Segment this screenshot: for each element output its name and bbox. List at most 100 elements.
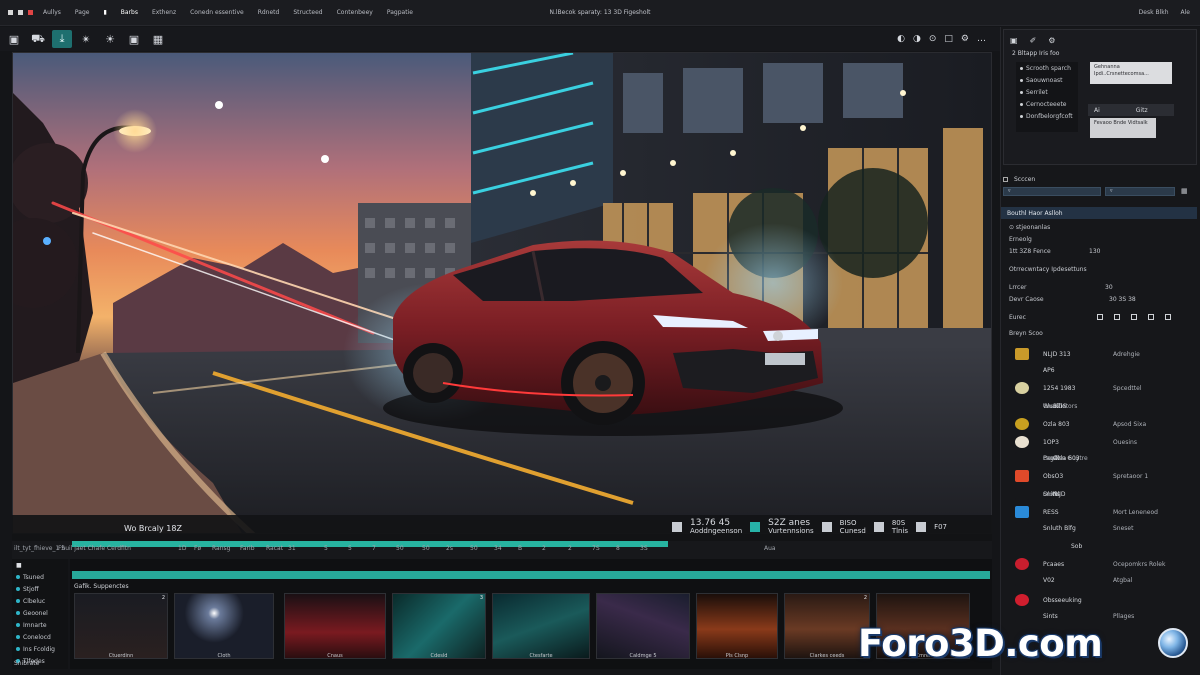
3d-viewport[interactable] bbox=[12, 52, 992, 534]
material-item[interactable]: Snith Olons bbox=[1015, 485, 1195, 503]
material-item[interactable]: Pagal Ocefisn Guytre bbox=[1015, 449, 1195, 467]
copy-icon[interactable] bbox=[1148, 314, 1154, 320]
menu-item[interactable]: Page bbox=[75, 9, 104, 16]
brush-icon[interactable]: ✐ bbox=[1030, 36, 1037, 45]
menu-item[interactable]: Contenbeey bbox=[337, 9, 387, 16]
user-menu[interactable]: Desk Blkh bbox=[1139, 9, 1169, 16]
layers-footer[interactable]: Snibrate bbox=[12, 657, 39, 669]
ruler-tick: 7S bbox=[592, 545, 600, 552]
layer-item[interactable]: Ins Fcoldig bbox=[12, 643, 68, 655]
checkbox-icon[interactable] bbox=[1003, 176, 1008, 182]
menu-item-icon[interactable]: ▮ bbox=[103, 9, 120, 16]
extra-icon[interactable]: ▦ bbox=[1181, 187, 1188, 195]
selected-row[interactable]: Ai Gitz bbox=[1088, 104, 1174, 116]
material-item[interactable]: Wuoh Ghaxlietors bbox=[1015, 397, 1195, 415]
timeline-scrubber[interactable] bbox=[72, 541, 668, 547]
menu-item[interactable]: Exthenz bbox=[152, 9, 190, 16]
outliner-item[interactable]: Scrooth sparch bbox=[1016, 62, 1078, 74]
settings-icon[interactable]: ⚙ bbox=[1048, 36, 1055, 45]
timeline-ruler[interactable]: ilt_tyt_fhieve_1 S Fhuil jaet Chafe Cerd… bbox=[12, 541, 992, 559]
light-icon[interactable]: ☀ bbox=[100, 30, 120, 48]
stat-end: F07 bbox=[934, 523, 948, 531]
property-row[interactable]: Otrrecwntacy Ipdesettuns bbox=[1009, 263, 1197, 275]
property-row[interactable]: 1tt 3Z8 Fence 130 bbox=[1009, 245, 1197, 257]
target-icon[interactable]: ⊙ bbox=[929, 34, 937, 44]
timeline-track[interactable] bbox=[72, 571, 990, 579]
shot-thumbnail[interactable]: 3 Cdesld bbox=[392, 593, 486, 659]
layer-item[interactable]: Tsuned bbox=[12, 571, 68, 583]
stat-a-label: Cunesd bbox=[839, 527, 866, 535]
property-row[interactable]: Eurec bbox=[1009, 311, 1197, 323]
gear-icon[interactable]: ⚙ bbox=[961, 34, 969, 44]
material-item[interactable]: ObsO3 Spretaoor 1 bbox=[1015, 467, 1195, 485]
menu-item[interactable]: Aullys bbox=[43, 9, 75, 16]
window-controls[interactable] bbox=[8, 10, 33, 15]
frame-icon[interactable] bbox=[672, 522, 682, 532]
wrench-icon[interactable] bbox=[1114, 314, 1120, 320]
property-row[interactable]: Devr Caose 30 3S 38 bbox=[1009, 293, 1197, 305]
layer-item[interactable]: Clbeluc bbox=[12, 595, 68, 607]
section-header[interactable]: Bouthl Haor Aslloh bbox=[1001, 207, 1197, 219]
material-item[interactable]: Sob bbox=[1015, 537, 1195, 555]
window-close-dot[interactable] bbox=[28, 10, 33, 15]
render-icon[interactable]: ▦ bbox=[148, 30, 168, 48]
material-item[interactable]: Ozla 803 Apsod Sixa bbox=[1015, 415, 1195, 433]
shot-thumbnail[interactable]: Ctesfarte bbox=[492, 593, 590, 659]
shot-thumbnail[interactable]: Pls Clsnp bbox=[696, 593, 778, 659]
shot-thumbnail[interactable]: Caldmge 5 bbox=[596, 593, 690, 659]
material-item[interactable]: AP6 bbox=[1015, 361, 1195, 379]
eye-icon[interactable] bbox=[1131, 314, 1137, 320]
ruler-tick: 2s bbox=[446, 545, 453, 552]
select-tool-icon[interactable]: ⤓ bbox=[52, 30, 72, 48]
properties-tabs[interactable]: Scccen bbox=[1003, 173, 1197, 185]
layer-item[interactable]: Conelocd bbox=[12, 631, 68, 643]
material-item[interactable]: 1254 1983 Spcedttel bbox=[1015, 379, 1195, 397]
menu-item[interactable]: Conedn essentive bbox=[190, 9, 258, 16]
transform-icon[interactable]: ✴ bbox=[76, 30, 96, 48]
material-item[interactable]: Snluth Blfg Sneset bbox=[1015, 519, 1195, 537]
shield-icon[interactable] bbox=[1097, 314, 1103, 320]
layers-header[interactable]: ■ bbox=[12, 559, 68, 571]
scene-title: Wo Brcaly 18Z bbox=[124, 523, 182, 533]
menu-item[interactable]: Pagpatie bbox=[387, 9, 427, 16]
layer-item[interactable]: Geoonel bbox=[12, 607, 68, 619]
menu-item[interactable]: Rdnetd bbox=[258, 9, 294, 16]
settings-icon[interactable] bbox=[916, 522, 927, 532]
layer-icon[interactable] bbox=[750, 522, 761, 532]
home-icon[interactable]: ▣ bbox=[1010, 36, 1018, 45]
shading-icon[interactable]: ◑ bbox=[913, 34, 921, 44]
playback-bar: Wo Brcaly 18Z 13.76 45 Aoddngeenson S2Z … bbox=[12, 515, 992, 541]
outliner-item[interactable]: Serrilet bbox=[1016, 86, 1078, 98]
ruler-tick: 50 bbox=[470, 545, 478, 552]
menu-item[interactable]: Structeed bbox=[293, 9, 336, 16]
globe-icon[interactable] bbox=[873, 522, 884, 532]
shot-thumbnail[interactable]: Cnaus bbox=[284, 593, 386, 659]
help-menu[interactable]: Ale bbox=[1181, 9, 1190, 16]
menu-item-active[interactable]: Barbs bbox=[121, 9, 152, 16]
mode-dropdown[interactable]: ▿ bbox=[1105, 187, 1175, 196]
ruler-tick: 3S bbox=[640, 545, 648, 552]
frame-icon[interactable]: □ bbox=[944, 34, 953, 44]
outliner-item[interactable]: Cernocteeete bbox=[1016, 98, 1078, 110]
more-icon[interactable]: … bbox=[977, 34, 986, 44]
shot-thumbnail[interactable]: 2 Ctuerdinn bbox=[74, 593, 168, 659]
save-icon[interactable]: ▣ bbox=[4, 30, 24, 48]
view-mode-icon[interactable]: ◐ bbox=[897, 34, 905, 44]
outliner-item[interactable]: Donfbelorgfcoft bbox=[1016, 110, 1078, 122]
layer-item[interactable]: Stjoff bbox=[12, 583, 68, 595]
delete-icon[interactable] bbox=[1165, 314, 1171, 320]
window-dot[interactable] bbox=[18, 10, 23, 15]
property-row[interactable]: Lrrcer 30 bbox=[1009, 281, 1197, 293]
layer-item[interactable]: Imnarte bbox=[12, 619, 68, 631]
object-dropdown[interactable]: ▿ bbox=[1003, 187, 1101, 196]
camera-icon[interactable] bbox=[821, 522, 832, 532]
camera-icon[interactable]: ▣ bbox=[124, 30, 144, 48]
material-item[interactable]: V02 Atgbal bbox=[1015, 571, 1195, 589]
window-dot[interactable] bbox=[8, 10, 13, 15]
outliner-item[interactable]: Saouwnoast bbox=[1016, 74, 1078, 86]
property-row[interactable]: Erneolg bbox=[1009, 233, 1197, 245]
car-icon[interactable]: ⛟ bbox=[28, 30, 48, 48]
property-row[interactable]: Breyn Scoo bbox=[1009, 327, 1197, 339]
shot-thumbnail[interactable]: Cloth bbox=[174, 593, 274, 659]
property-row[interactable]: ⊙ stjeonanlas bbox=[1009, 221, 1197, 233]
